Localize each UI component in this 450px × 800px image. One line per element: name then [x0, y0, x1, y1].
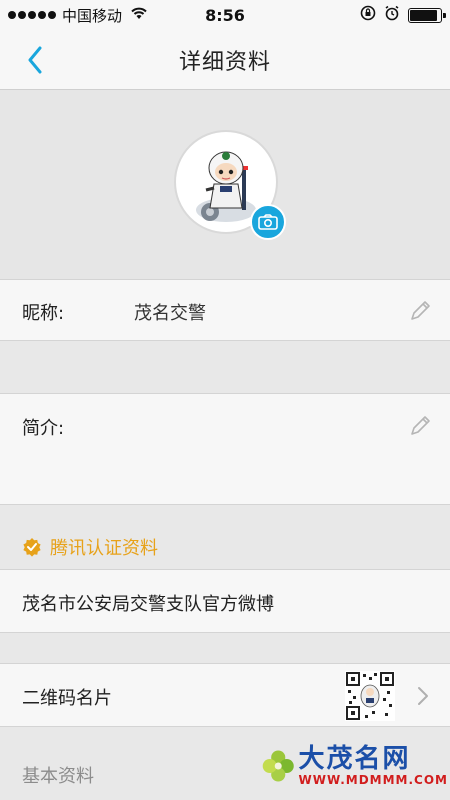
watermark-title: 大茂名网	[298, 744, 411, 774]
verification-header-label: 腾讯认证资料	[50, 538, 158, 559]
qr-code-icon	[345, 671, 395, 721]
chevron-right-icon	[418, 687, 428, 705]
nickname-value: 茂名交警	[134, 303, 206, 324]
nav-bar: 详细资料	[0, 30, 450, 90]
carrier-label: 中国移动	[62, 6, 123, 25]
qr-card-row[interactable]: 二维码名片	[0, 663, 450, 727]
verification-header: 腾讯认证资料	[22, 534, 158, 560]
change-avatar-button[interactable]	[250, 204, 286, 240]
chevron-left-icon	[28, 46, 42, 74]
nickname-label: 昵称:	[22, 303, 65, 324]
clover-logo-icon	[262, 750, 294, 782]
camera-icon	[258, 214, 278, 230]
basic-info-section-title: 基本资料	[22, 766, 94, 787]
verified-badge-icon	[23, 538, 41, 557]
verification-text: 茂名市公安局交警支队官方微博	[22, 594, 274, 615]
watermark-url: WWW.MDMMM.COM	[298, 773, 448, 787]
intro-label: 简介:	[22, 418, 65, 439]
pencil-icon[interactable]	[408, 299, 432, 323]
battery-icon	[408, 7, 446, 23]
verification-row: 茂名市公安局交警支队官方微博	[0, 569, 450, 633]
signal-icon	[8, 11, 56, 19]
status-bar: 中国移动 8:56	[0, 0, 450, 30]
rotation-lock-icon	[360, 5, 376, 25]
alarm-icon	[384, 5, 400, 25]
status-time: 8:56	[205, 5, 245, 25]
page-title: 详细资料	[178, 49, 271, 75]
qr-card-label: 二维码名片	[22, 688, 112, 709]
nickname-row[interactable]: 昵称: 茂名交警	[0, 279, 450, 341]
wifi-icon	[130, 6, 148, 24]
pencil-icon[interactable]	[408, 414, 432, 438]
watermark: 大茂名网 WWW.MDMMM.COM	[262, 742, 448, 790]
back-button[interactable]	[18, 43, 52, 77]
intro-row[interactable]: 简介:	[0, 393, 450, 505]
avatar-section	[0, 90, 450, 279]
